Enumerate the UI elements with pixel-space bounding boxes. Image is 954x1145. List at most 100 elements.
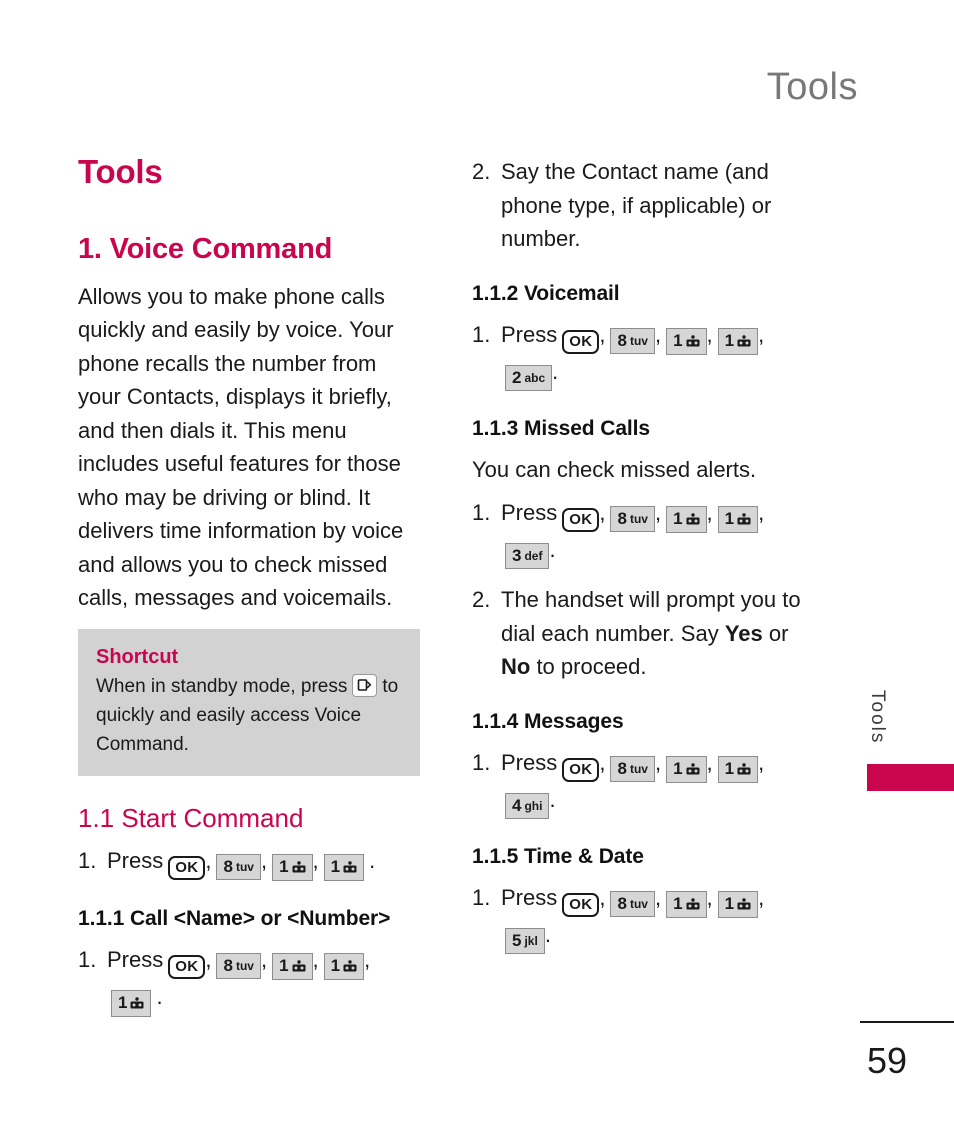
emphasis-yes: Yes	[724, 620, 763, 646]
key-4: 4 ghi	[505, 792, 550, 819]
comma: ,	[205, 848, 212, 874]
list-item: 1. Press OK, 8 tuv, 1, 1, 1.	[78, 943, 420, 1018]
step-verb: Press	[501, 749, 558, 775]
chapter-title: Tools	[78, 153, 163, 190]
steps-1-1-2: 1. Press OK, 8 tuv, 1, 1, 2 abc.	[472, 318, 818, 391]
key-1: 1	[272, 953, 313, 981]
comma: ,	[758, 749, 765, 775]
step-number: 2.	[472, 587, 491, 613]
steps-1-1-4: 1. Press OK, 8 tuv, 1, 1, 4 ghi.	[472, 746, 818, 819]
comma: ,	[706, 500, 713, 526]
comma: ,	[312, 848, 319, 874]
key-ok: OK	[562, 329, 600, 354]
heading-1-1-2-voicemail: 1.1.2 Voicemail	[472, 281, 620, 305]
key-1: 1	[666, 755, 707, 783]
step-text-part-3: to proceed.	[530, 654, 647, 680]
key-5: 5 jkl	[505, 928, 545, 955]
heading-1-1-5-time-and-date: 1.1.5 Time & Date	[472, 844, 644, 868]
step-number: 1.	[472, 885, 491, 911]
comma: ,	[205, 947, 212, 973]
running-header-title: Tools	[766, 66, 858, 108]
comma: ,	[654, 885, 662, 911]
comma: ,	[260, 947, 268, 973]
step-verb: Press	[107, 848, 164, 874]
left-column: Tools 1. Voice Command Allows you to mak…	[78, 153, 420, 1026]
period: .	[549, 537, 556, 563]
key-1: 1	[323, 953, 365, 981]
key-8: 8 tuv	[610, 327, 655, 354]
voice-command-key-icon	[352, 673, 378, 697]
key-8: 8 tuv	[216, 854, 261, 881]
comma: ,	[654, 749, 662, 775]
key-ok: OK	[562, 508, 600, 533]
key-8: 8 tuv	[216, 953, 261, 980]
list-item: 1. Press OK, 8 tuv, 1, 1, 3 def.	[472, 496, 818, 570]
comma: ,	[706, 321, 713, 347]
comma: ,	[599, 321, 606, 347]
key-1: 1	[717, 506, 759, 534]
step-verb: Press	[501, 885, 558, 911]
key-ok: OK	[168, 856, 206, 881]
heading-1-1-4-messages: 1.1.4 Messages	[472, 709, 624, 733]
step-number: 1.	[472, 500, 491, 526]
folio-divider	[860, 1021, 954, 1023]
comma: ,	[599, 885, 606, 911]
heading-1-1-start-command: 1.1 Start Command	[78, 802, 304, 833]
key-1: 1	[717, 327, 759, 355]
step-number: 1.	[472, 749, 491, 775]
comma: ,	[758, 500, 765, 526]
step-text: Say the Contact name (and phone type, if…	[501, 159, 772, 251]
step-verb: Press	[501, 321, 558, 347]
steps-1-1-3: 1. Press OK, 8 tuv, 1, 1, 3 def. 2. The handse…	[472, 496, 818, 684]
heading-1-1-1-call-name-or-number: 1.1.1 Call <Name> or <Number>	[78, 907, 391, 931]
heading-1-1-3-missed-calls: 1.1.3 Missed Calls	[472, 416, 650, 440]
key-3: 3 def	[505, 543, 550, 570]
comma: ,	[758, 321, 765, 347]
key-1: 1	[666, 506, 707, 534]
page-number: 59	[866, 1040, 908, 1081]
shortcut-text-before: When in standby mode, press	[96, 675, 348, 697]
key-ok: OK	[168, 955, 206, 980]
period: .	[369, 848, 376, 874]
shortcut-text: When in standby mode, press to quickly an…	[96, 672, 402, 759]
key-1: 1	[717, 891, 759, 919]
key-2: 2 abc	[505, 364, 553, 391]
list-item: 2. The handset will prompt you to dial e…	[472, 583, 818, 684]
list-item: 1. Press OK, 8 tuv, 1, 1, 4 ghi.	[472, 746, 818, 819]
list-item: 2. Say the Contact name (and phone type,…	[472, 155, 818, 256]
key-8: 8 tuv	[610, 891, 655, 918]
thumb-tab-bar	[867, 764, 954, 791]
step-number: 2.	[472, 159, 491, 184]
key-ok: OK	[562, 893, 600, 918]
section-title-voice-command: 1. Voice Command	[78, 232, 333, 265]
step-text-part-2: or	[762, 620, 789, 646]
key-1: 1	[272, 854, 313, 882]
steps-1-1-1: 1. Press OK, 8 tuv, 1, 1, 1.	[78, 943, 420, 1018]
step-number: 1.	[472, 321, 491, 347]
key-8: 8 tuv	[610, 755, 655, 782]
comma: ,	[599, 500, 606, 526]
comma: ,	[312, 947, 319, 973]
list-item: 1. Press OK, 8 tuv, 1, 1, 5 jkl.	[472, 881, 818, 955]
steps-1-1: 1. Press OK, 8 tuv, 1, 1.	[78, 844, 420, 882]
thumb-tab-label: Tools	[867, 690, 888, 745]
comma: ,	[654, 500, 662, 526]
right-column: 2. Say the Contact name (and phone type,…	[472, 155, 818, 963]
list-item: 1. Press OK, 8 tuv, 1, 1.	[78, 844, 420, 882]
period: .	[544, 922, 551, 948]
emphasis-no: No	[501, 654, 531, 680]
shortcut-title: Shortcut	[96, 645, 179, 668]
period: .	[552, 358, 559, 384]
steps-continued-say-contact: 2. Say the Contact name (and phone type,…	[472, 155, 818, 256]
step-number: 1.	[78, 848, 97, 874]
step-verb: Press	[501, 500, 558, 526]
shortcut-callout: Shortcut When in standby mode, press to q…	[78, 628, 420, 776]
missed-calls-description: You can check missed alerts.	[472, 456, 757, 482]
comma: ,	[260, 848, 268, 874]
comma: ,	[599, 749, 606, 775]
key-1: 1	[666, 327, 707, 355]
period: .	[549, 786, 556, 812]
key-ok: OK	[562, 757, 600, 782]
comma: ,	[706, 885, 713, 911]
period: .	[156, 984, 163, 1010]
